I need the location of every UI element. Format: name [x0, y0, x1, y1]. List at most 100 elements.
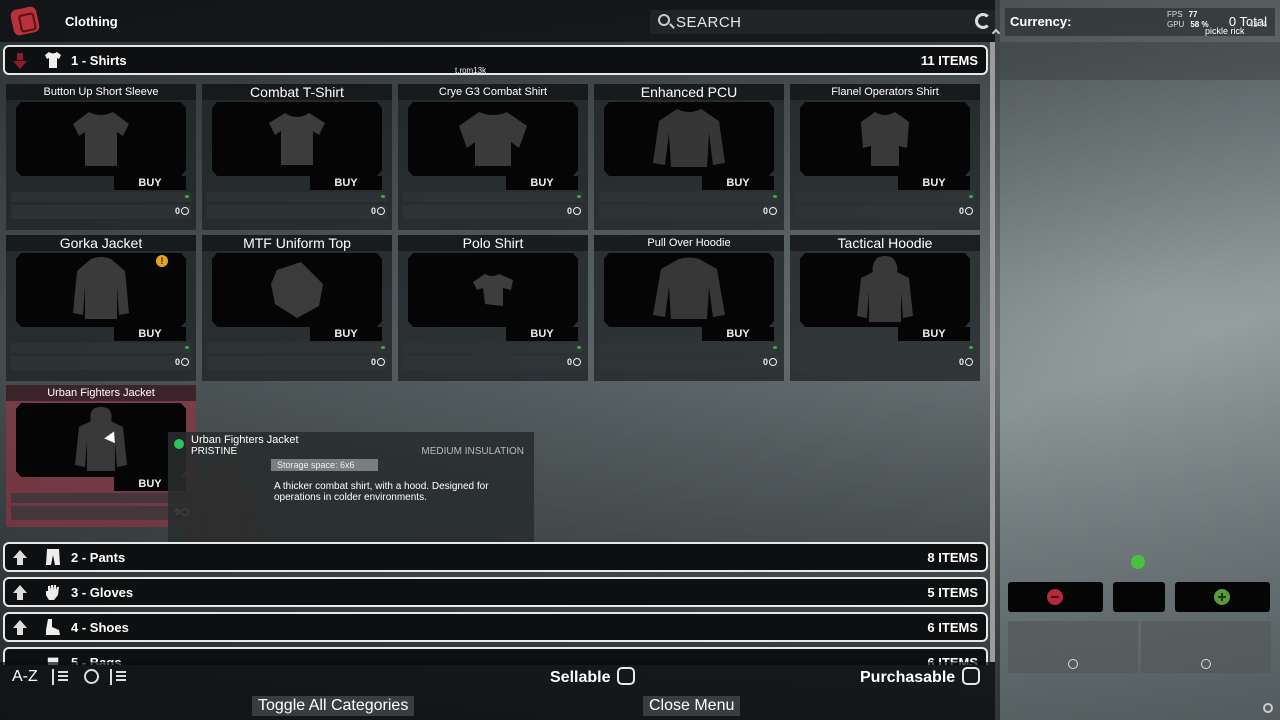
- condition-bar: [403, 192, 583, 202]
- buy-button[interactable]: BUY: [506, 176, 578, 190]
- coin-icon: [181, 358, 189, 366]
- sort-list-icon[interactable]: [110, 669, 126, 685]
- purchasable-toggle[interactable]: Purchasable: [860, 667, 981, 687]
- status-dot-icon: [969, 195, 973, 198]
- price-row: 0: [795, 205, 975, 219]
- item-name: Polo Shirt: [398, 235, 588, 251]
- item-name: Urban Fighters Jacket: [6, 385, 196, 401]
- gpu-label: GPU: [1167, 20, 1185, 29]
- price-value: 0: [762, 357, 768, 367]
- price-value: 0: [762, 206, 768, 216]
- condition-bar: [207, 192, 387, 202]
- price-value: 0: [370, 357, 376, 367]
- item-name: Button Up Short Sleeve: [6, 84, 196, 100]
- purchasable-label: Purchasable: [860, 669, 956, 686]
- buy-button[interactable]: BUY: [506, 327, 578, 341]
- buy-button[interactable]: BUY: [898, 327, 970, 341]
- item-name: Crye G3 Combat Shirt: [398, 84, 588, 100]
- buy-button[interactable]: BUY: [310, 176, 382, 190]
- world-view: [1000, 0, 1280, 720]
- top-bar: Clothing: [0, 0, 995, 42]
- category-label: 4 - Shoes: [71, 620, 129, 635]
- item-card[interactable]: Flanel Operators Shirt BUY 0: [790, 84, 980, 230]
- username: pickle rick: [1205, 26, 1245, 36]
- price-value: 0: [958, 357, 964, 367]
- expand-arrow-icon[interactable]: [11, 584, 29, 602]
- item-price: 0: [763, 206, 777, 216]
- fps-value: 77: [1188, 10, 1198, 19]
- coin-icon: [377, 207, 385, 215]
- toggle-all-categories-button[interactable]: Toggle All Categories: [252, 696, 415, 716]
- item-card[interactable]: Crye G3 Combat Shirt BUY 0: [398, 84, 588, 230]
- item-card[interactable]: Gorka Jacket ! BUY 0: [6, 235, 196, 381]
- item-name: Enhanced PCU: [594, 84, 784, 100]
- status-dot-icon: [773, 346, 777, 349]
- category-pants[interactable]: 2 - Pants 8 ITEMS: [3, 542, 988, 572]
- buy-button[interactable]: BUY: [702, 327, 774, 341]
- item-card[interactable]: Polo Shirt BUY 0: [398, 235, 588, 381]
- category-count: 11 ITEMS: [920, 53, 978, 68]
- status-dot-icon: [577, 346, 581, 349]
- search-input[interactable]: [676, 12, 966, 32]
- sort-az-button[interactable]: A-Z: [12, 668, 38, 686]
- item-name: Flanel Operators Shirt: [790, 84, 980, 100]
- status-dot-icon: [185, 346, 189, 349]
- scrollbar[interactable]: [990, 42, 995, 662]
- condition-bar: [11, 192, 191, 202]
- price-row: 0: [599, 356, 779, 370]
- item-card[interactable]: Combat T-Shirt BUY 0: [202, 84, 392, 230]
- item-name: Pull Over Hoodie: [594, 235, 784, 251]
- expand-arrow-icon[interactable]: [11, 549, 29, 567]
- item-name: Combat T-Shirt: [202, 84, 392, 100]
- plus-icon[interactable]: [1214, 589, 1230, 605]
- item-card[interactable]: Tactical Hoodie BUY 0: [790, 235, 980, 381]
- item-card[interactable]: Pull Over Hoodie BUY 0: [594, 235, 784, 381]
- buy-button[interactable]: BUY: [702, 176, 774, 190]
- minus-icon[interactable]: [1047, 589, 1063, 605]
- status-dot-icon: [969, 346, 973, 349]
- quantity-slot[interactable]: [1113, 582, 1165, 612]
- refresh-icon[interactable]: [975, 13, 991, 29]
- expand-arrow-icon[interactable]: [11, 619, 29, 637]
- coin-icon: [1201, 659, 1211, 669]
- item-card[interactable]: MTF Uniform Top BUY 0: [202, 235, 392, 381]
- sellable-checkbox[interactable]: [617, 667, 636, 685]
- price-value: 0: [566, 206, 572, 216]
- search-bar[interactable]: [650, 10, 995, 34]
- status-dot-icon: [185, 195, 189, 198]
- category-gloves[interactable]: 3 - Gloves 5 ITEMS: [3, 577, 988, 607]
- item-price: 0: [959, 357, 973, 367]
- sort-list-icon[interactable]: [52, 669, 68, 685]
- price-row: 0: [11, 356, 191, 370]
- fps-label: FPS: [1167, 10, 1183, 19]
- settings-icon[interactable]: [1263, 703, 1273, 713]
- purchasable-checkbox[interactable]: [962, 667, 981, 685]
- item-price: 0: [763, 357, 777, 367]
- sellable-toggle[interactable]: Sellable: [550, 667, 636, 687]
- pants-icon: [43, 548, 63, 568]
- collapse-arrow-icon[interactable]: [11, 52, 29, 70]
- close-menu-button[interactable]: Close Menu: [643, 696, 741, 716]
- status-dot-icon: [773, 195, 777, 198]
- condition-bar: [11, 343, 191, 353]
- item-card[interactable]: Enhanced PCU BUY 0: [594, 84, 784, 230]
- owner-tag: t.rom13k: [455, 66, 487, 75]
- item-card[interactable]: Button Up Short Sleeve BUY 0: [6, 84, 196, 230]
- price-row: 0: [795, 356, 975, 370]
- category-shirts[interactable]: 1 - Shirts 11 ITEMS: [3, 45, 988, 75]
- condition-bar: [11, 493, 191, 503]
- cpu-value: 43 %: [1248, 20, 1268, 29]
- buy-button[interactable]: BUY: [898, 176, 970, 190]
- buy-button[interactable]: BUY: [114, 176, 186, 190]
- tooltip-item-image: [182, 462, 262, 552]
- buy-button[interactable]: BUY: [310, 327, 382, 341]
- item-image: [800, 102, 970, 176]
- warning-icon: !: [156, 255, 168, 267]
- category-shoes[interactable]: 4 - Shoes 6 ITEMS: [3, 612, 988, 642]
- sellable-label: Sellable: [550, 669, 611, 686]
- sort-price-icon[interactable]: [84, 669, 99, 684]
- coin-icon: [965, 358, 973, 366]
- item-image: [604, 253, 774, 327]
- buy-button[interactable]: BUY: [114, 327, 186, 341]
- price-row: 0: [403, 356, 583, 370]
